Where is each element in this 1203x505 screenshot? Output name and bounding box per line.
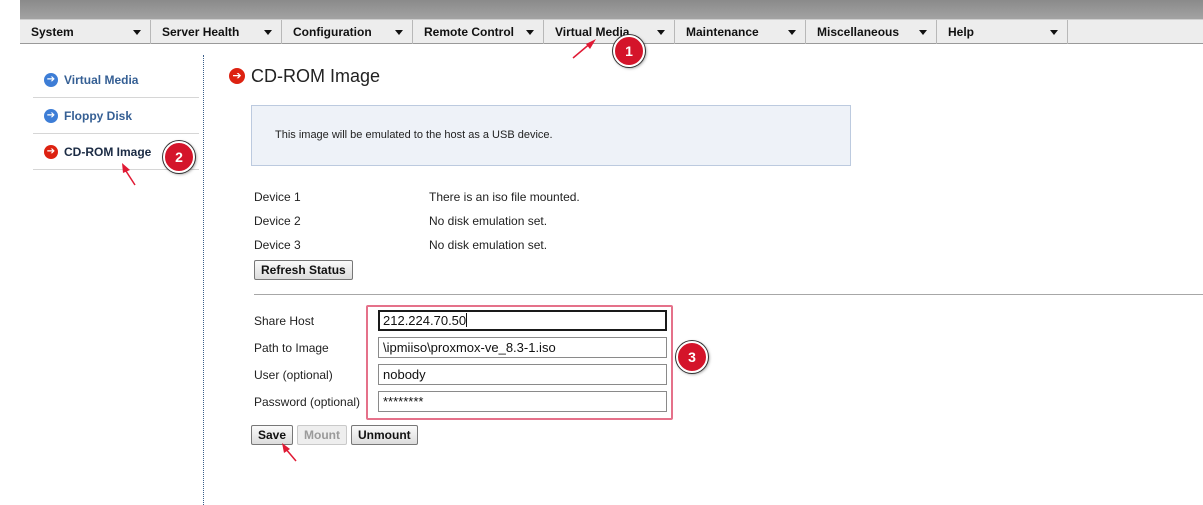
- mount-button: Mount: [297, 425, 347, 445]
- sidebar-item-label: Floppy Disk: [64, 109, 133, 123]
- menu-system[interactable]: System: [20, 20, 151, 44]
- sidebar-item-label: CD-ROM Image: [64, 145, 152, 159]
- menu-maintenance-label: Maintenance: [686, 25, 759, 39]
- device-2-label: Device 2: [254, 214, 301, 228]
- device-1-status: There is an iso file mounted.: [429, 190, 580, 204]
- sidebar-divider: [203, 55, 204, 505]
- form-highlight-box: [366, 305, 673, 420]
- arrow-right-circle-icon: ➔: [44, 145, 58, 159]
- refresh-status-button[interactable]: Refresh Status: [254, 260, 353, 280]
- sidebar-item-label: Virtual Media: [64, 73, 139, 87]
- menu-miscellaneous-label: Miscellaneous: [817, 25, 900, 39]
- chevron-down-icon: [133, 30, 141, 35]
- menu-configuration-label: Configuration: [293, 25, 372, 39]
- annotation-badge-3: 3: [676, 341, 708, 373]
- divider: [254, 294, 1203, 295]
- menu-help-label: Help: [948, 25, 975, 39]
- annotation-badge-1: 1: [613, 35, 645, 67]
- annotation-arrow-icon: [572, 39, 596, 59]
- menu-server-health-label: Server Health: [162, 25, 240, 39]
- menu-maintenance[interactable]: Maintenance: [675, 20, 806, 44]
- annotation-arrow-icon: [122, 163, 136, 186]
- chevron-down-icon: [657, 30, 665, 35]
- info-text: This image will be emulated to the host …: [275, 129, 553, 141]
- arrow-right-circle-icon: ➔: [44, 109, 58, 123]
- chevron-down-icon: [526, 30, 534, 35]
- annotation-arrow-icon: [282, 443, 297, 462]
- main-menu-bar: System Server Health Configuration Remot…: [20, 19, 1203, 44]
- device-3-status: No disk emulation set.: [429, 238, 548, 252]
- share-host-label: Share Host: [254, 314, 315, 328]
- menu-configuration[interactable]: Configuration: [282, 20, 413, 44]
- chevron-down-icon: [1050, 30, 1058, 35]
- unmount-button[interactable]: Unmount: [351, 425, 418, 445]
- menu-remote-control[interactable]: Remote Control: [413, 20, 544, 44]
- chevron-down-icon: [919, 30, 927, 35]
- menu-miscellaneous[interactable]: Miscellaneous: [806, 20, 937, 44]
- sidebar-item-floppy-disk[interactable]: ➔ Floppy Disk: [33, 98, 199, 134]
- info-box: This image will be emulated to the host …: [251, 105, 851, 166]
- device-1-label: Device 1: [254, 190, 301, 204]
- annotation-badge-2: 2: [163, 141, 195, 173]
- arrow-right-circle-icon: ➔: [44, 73, 58, 87]
- menu-system-label: System: [31, 25, 74, 39]
- menu-server-health[interactable]: Server Health: [151, 20, 282, 44]
- arrow-right-circle-icon: ➔: [229, 68, 245, 84]
- page-title: CD-ROM Image: [251, 66, 381, 86]
- chevron-down-icon: [264, 30, 272, 35]
- device-3-label: Device 3: [254, 238, 301, 252]
- sidebar-item-virtual-media[interactable]: ➔ Virtual Media: [33, 62, 199, 98]
- chevron-down-icon: [788, 30, 796, 35]
- menu-help[interactable]: Help: [937, 20, 1068, 44]
- password-label: Password (optional): [254, 395, 361, 409]
- window-top-bar: [20, 0, 1203, 19]
- menu-remote-control-label: Remote Control: [424, 25, 514, 39]
- device-2-status: No disk emulation set.: [429, 214, 548, 228]
- path-to-image-label: Path to Image: [254, 341, 329, 355]
- menu-virtual-media[interactable]: Virtual Media: [544, 20, 675, 44]
- user-label: User (optional): [254, 368, 333, 382]
- chevron-down-icon: [395, 30, 403, 35]
